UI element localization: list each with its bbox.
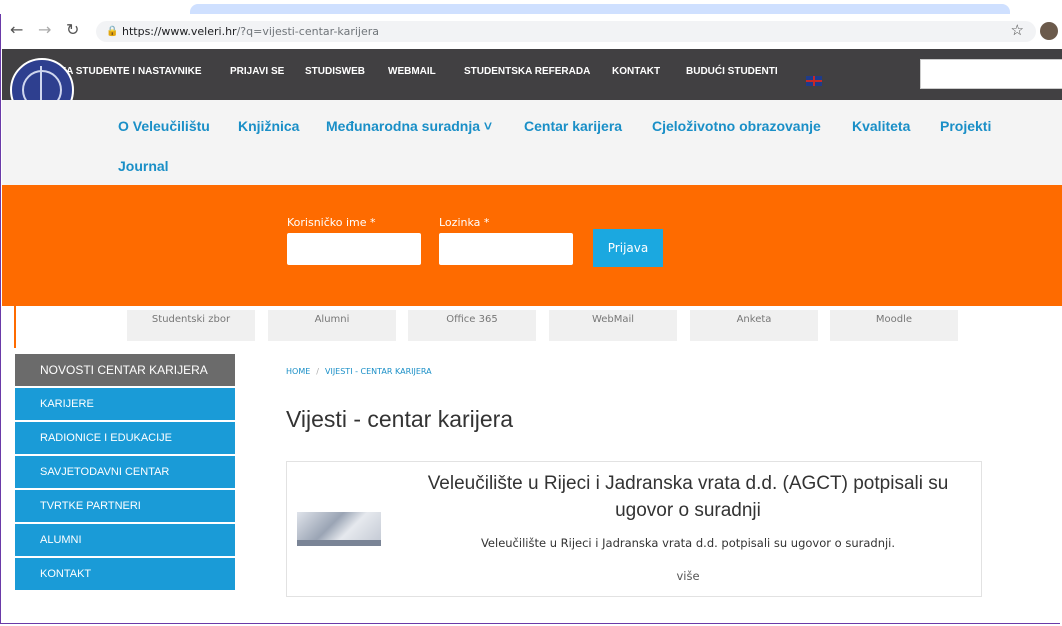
sidebar-item-career-news[interactable]: NOVOSTI CENTAR KARIJERA [15,354,235,386]
quicklink-survey[interactable]: Anketa [690,310,818,341]
sidebar-item-counseling[interactable]: SAVJETODAVNI CENTAR [15,456,235,488]
topnav-contact[interactable]: KONTAKT [612,66,660,77]
quicklink-alumni[interactable]: Alumni [268,310,396,341]
mainnav-lifelong-learning[interactable]: Cjeloživotno obrazovanje [652,118,821,134]
back-icon[interactable]: ← [10,20,23,39]
news-title[interactable]: Veleučilište u Rijeci i Jadranska vrata … [397,470,979,524]
quicklink-moodle[interactable]: Moodle [830,310,958,341]
password-label: Lozinka * [439,216,490,229]
divider [14,306,16,348]
breadcrumb-current[interactable]: VIJESTI - CENTAR KARIJERA [325,367,432,376]
mainnav-international[interactable]: Međunarodna suradnja ˅ [326,118,492,134]
lock-icon: 🔒 [106,26,119,37]
sidebar-item-alumni[interactable]: ALUMNI [15,524,235,556]
quicklink-student-council[interactable]: Studentski zbor [127,310,255,341]
url-host: https://www.veleri.hr [122,25,237,38]
mainnav-journal[interactable]: Journal [118,158,169,174]
address-bar[interactable]: 🔒 https://www.veleri.hr/?q=vijesti-centa… [96,21,1036,42]
active-tab[interactable] [190,4,1010,14]
sidebar-item-partners[interactable]: TVRTKE PARTNERI [15,490,235,522]
login-banner: Korisničko ime * Lozinka * Prijava [2,185,1062,306]
topnav-login[interactable]: PRIJAVI SE [230,66,284,77]
topnav-studisweb[interactable]: STUDISWEB [305,66,365,77]
bookmark-star-icon[interactable]: ☆ [1011,21,1024,39]
tab-strip [0,0,1062,14]
sidebar-menu: NOVOSTI CENTAR KARIJERA KARIJERE RADIONI… [15,354,235,592]
sidebar-item-contact[interactable]: KONTAKT [15,558,235,590]
mainnav-career-center[interactable]: Centar karijera [524,118,622,134]
news-description: Veleučilište u Rijeci i Jadranska vrata … [480,536,896,550]
username-label: Korisničko ime * [287,216,376,229]
uk-flag-icon[interactable] [806,76,822,86]
breadcrumb: HOME / VIJESTI - CENTAR KARIJERA [286,367,432,376]
main-nav: O Veleučilištu Knjižnica Međunarodna sur… [2,100,1062,185]
mainnav-about[interactable]: O Veleučilištu [118,118,210,134]
breadcrumb-home[interactable]: HOME [286,367,310,376]
username-field[interactable] [287,233,421,265]
breadcrumb-separator: / [316,367,319,376]
mainnav-quality[interactable]: Kvaliteta [852,118,910,134]
topnav-future-students[interactable]: BUDUĆI STUDENTI [686,66,778,77]
quicklink-webmail[interactable]: WebMail [549,310,677,341]
url-path: /?q=vijesti-centar-karijera [236,25,379,38]
mainnav-projects[interactable]: Projekti [940,118,991,134]
page-title: Vijesti - centar karijera [286,406,514,432]
password-field[interactable] [439,233,573,265]
search-input[interactable] [920,59,1062,89]
quick-links: Studentski zbor Alumni Office 365 WebMai… [2,306,1062,348]
sidebar-item-careers[interactable]: KARIJERE [15,388,235,420]
topnav-student-office[interactable]: STUDENTSKA REFERADA [464,66,590,77]
quicklink-office365[interactable]: Office 365 [408,310,536,341]
topnav-students-teachers[interactable]: ZA STUDENTE I NASTAVNIKE [60,66,201,77]
login-button[interactable]: Prijava [593,229,663,267]
news-thumbnail[interactable] [297,512,381,546]
news-card: Veleučilište u Rijeci i Jadranska vrata … [286,461,982,597]
mainnav-library[interactable]: Knjižnica [238,118,299,134]
profile-avatar[interactable] [1040,22,1058,40]
sidebar-item-workshops[interactable]: RADIONICE I EDUKACIJE [15,422,235,454]
browser-toolbar: ← → ↻ 🔒 https://www.veleri.hr/?q=vijesti… [2,14,1062,48]
top-nav: ZA STUDENTE I NASTAVNIKE PRIJAVI SE STUD… [2,49,1062,100]
reload-icon[interactable]: ↻ [66,20,79,39]
read-more-link[interactable]: više [397,569,979,583]
forward-icon[interactable]: → [38,20,51,39]
topnav-webmail[interactable]: WEBMAIL [388,66,436,77]
